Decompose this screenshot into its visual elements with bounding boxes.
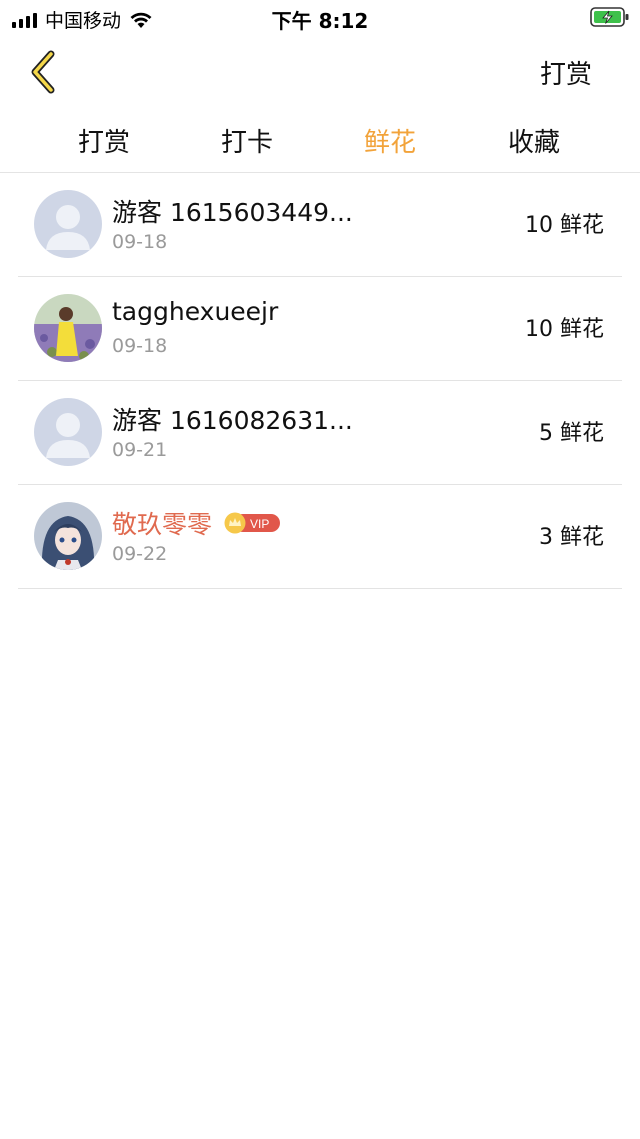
name-line: 游客 1616082631... [112,401,353,437]
avatar[interactable] [34,294,102,362]
flower-amount: 10 鲜花 [525,213,604,238]
record-date: 09-18 [112,335,168,357]
svg-text:VIP: VIP [250,517,269,531]
photo-avatar-icon [34,294,102,362]
default-avatar-icon [34,190,102,258]
anime-avatar-icon [34,502,102,570]
vip-badge: VIP [224,512,282,534]
user-name: 游客 1616082631... [112,406,353,435]
list-item[interactable]: 敬玖零零 VIP 09-22 3 鲜花 [0,485,640,589]
status-time: 下午 8:12 [271,9,369,33]
flower-amount: 10 鲜花 [525,317,604,342]
navigation-bar: 打赏 [0,40,640,106]
back-button[interactable] [20,48,64,100]
status-bar: 中国移动 下午 8:12 [0,0,640,36]
flower-record-list: 游客 1615603449... 09-18 10 鲜花 tagghexueej… [0,173,640,589]
avatar[interactable] [34,502,102,570]
avatar[interactable] [34,190,102,258]
list-item[interactable]: tagghexueejr 09-18 10 鲜花 [0,277,640,381]
tab-bar: 打赏 打卡 鲜花 收藏 [0,112,640,172]
user-name: 敬玖零零 [112,510,213,539]
flower-amount: 5 鲜花 [539,421,604,446]
record-date: 09-22 [112,543,168,565]
record-date: 09-18 [112,231,168,253]
user-name: 游客 1615603449... [112,198,353,227]
user-name: tagghexueejr [112,297,279,326]
tab-checkin[interactable]: 打卡 [187,122,307,159]
record-date: 09-21 [112,439,168,461]
name-line: 游客 1615603449... [112,193,353,229]
row-divider [18,588,622,589]
crown-icon: VIP [224,512,281,534]
list-item[interactable]: 游客 1615603449... 09-18 10 鲜花 [0,173,640,277]
avatar[interactable] [34,398,102,466]
battery-icon [590,6,630,32]
chevron-left-icon [27,50,57,98]
tab-favorites[interactable]: 收藏 [474,122,594,159]
tab-flowers[interactable]: 鲜花 [330,122,450,159]
default-avatar-icon [34,398,102,466]
list-item[interactable]: 游客 1616082631... 09-21 5 鲜花 [0,381,640,485]
name-line: tagghexueejr [112,297,278,326]
flower-amount: 3 鲜花 [539,525,604,550]
tab-reward[interactable]: 打赏 [44,122,164,159]
reward-button[interactable]: 打赏 [540,54,592,91]
name-line: 敬玖零零 VIP [112,505,282,541]
